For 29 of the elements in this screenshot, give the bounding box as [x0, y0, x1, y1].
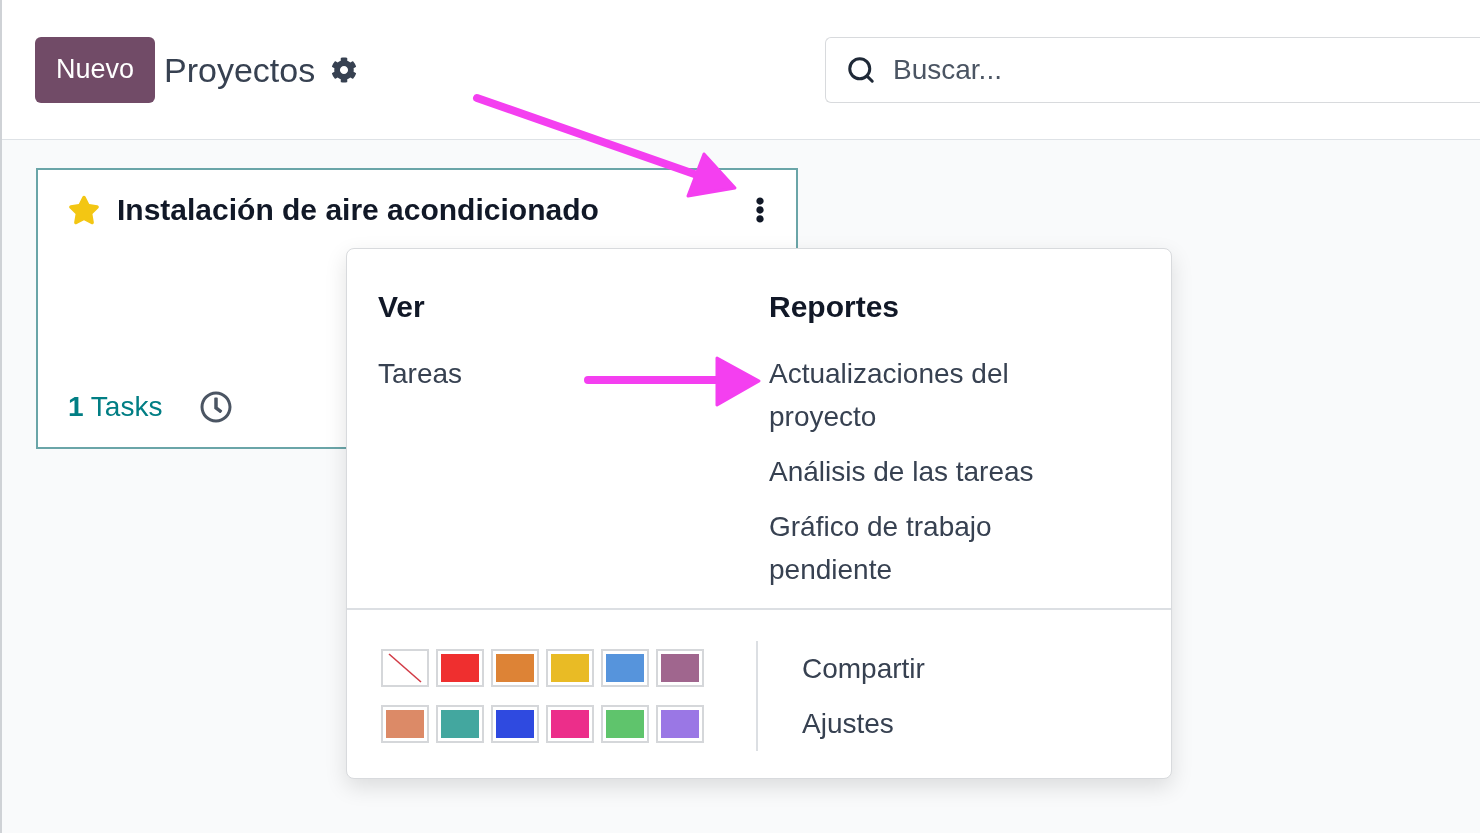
swatch-icon[interactable]: [601, 705, 649, 743]
menu-item[interactable]: Análisis de las tareas: [769, 450, 1034, 493]
swatch-icon[interactable]: [436, 649, 484, 687]
swatch-icon[interactable]: [656, 649, 704, 687]
search-field[interactable]: Buscar...: [825, 36, 1480, 103]
gear-icon[interactable]: [331, 56, 358, 83]
new-button[interactable]: Nuevo: [35, 36, 156, 103]
tasks-link[interactable]: 1 Tasks: [68, 386, 163, 428]
swatch-icon[interactable]: [381, 705, 429, 743]
swatch-icon[interactable]: [601, 649, 649, 687]
star-icon[interactable]: [68, 194, 100, 226]
clock-icon[interactable]: [200, 391, 233, 423]
swatch-icon[interactable]: [491, 649, 539, 687]
menu-item[interactable]: Compartir: [802, 647, 925, 690]
swatch-icon[interactable]: [656, 705, 704, 743]
menu-item[interactable]: Ajustes: [802, 702, 894, 745]
search-icon: [846, 54, 876, 85]
section-heading: Ver: [378, 289, 425, 325]
swatch-icon[interactable]: [436, 705, 484, 743]
project-title: Instalación de aire acondicionado: [117, 192, 599, 228]
crossed-swatch-icon[interactable]: [381, 649, 429, 687]
swatch-icon[interactable]: [546, 705, 594, 743]
kebab-menu-icon[interactable]: [754, 197, 766, 223]
menu-item[interactable]: Tareas: [378, 352, 463, 395]
menu-item[interactable]: Gráfico de trabajo pendiente: [769, 505, 1069, 591]
swatch-icon[interactable]: [491, 705, 539, 743]
breadcrumb-title: Proyectos: [164, 49, 316, 91]
swatch-icon[interactable]: [546, 649, 594, 687]
annotation-arrow-icon: [584, 354, 762, 408]
